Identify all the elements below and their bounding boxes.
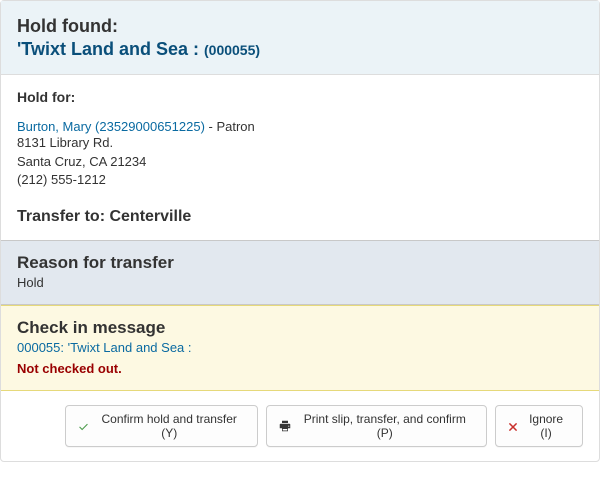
checkin-section: Check in message 000055: 'Twixt Land and… xyxy=(1,305,599,391)
patron-link[interactable]: Burton, Mary (23529000651225) xyxy=(17,119,205,134)
checkin-item-line: 000055: 'Twixt Land and Sea : xyxy=(17,340,583,355)
transfer-to-line: Transfer to: Centerville xyxy=(17,208,583,226)
patron-line: Burton, Mary (23529000651225) - Patron xyxy=(17,119,583,134)
checkin-status: Not checked out. xyxy=(17,361,583,376)
hold-for-section: Hold for: Burton, Mary (23529000651225) … xyxy=(1,75,599,241)
reason-heading: Reason for transfer xyxy=(17,253,583,273)
ignore-button[interactable]: Ignore (I) xyxy=(495,405,583,447)
item-title-line: 'Twixt Land and Sea : (000055) xyxy=(17,39,260,59)
patron-type: - Patron xyxy=(205,119,255,134)
barcode-wrap: (000055) xyxy=(204,42,260,58)
check-icon xyxy=(78,421,89,432)
print-button[interactable]: Print slip, transfer, and confirm (P) xyxy=(266,405,487,447)
reason-value: Hold xyxy=(17,275,583,290)
item-barcode-link[interactable]: 000055 xyxy=(209,42,256,58)
panel-header: Hold found: 'Twixt Land and Sea : (00005… xyxy=(1,1,599,75)
ignore-button-label: Ignore (I) xyxy=(522,412,570,440)
phone-line: (212) 555-1212 xyxy=(17,171,583,190)
checkin-heading: Check in message xyxy=(17,318,583,338)
transfer-destination: Centerville xyxy=(109,208,191,225)
hold-for-label: Hold for: xyxy=(17,89,583,105)
print-button-label: Print slip, transfer, and confirm (P) xyxy=(295,412,474,440)
hold-found-panel: Hold found: 'Twixt Land and Sea : (00005… xyxy=(0,0,600,462)
button-row: Confirm hold and transfer (Y) Print slip… xyxy=(49,391,599,461)
address-line-1: 8131 Library Rd. xyxy=(17,134,583,153)
confirm-button[interactable]: Confirm hold and transfer (Y) xyxy=(65,405,258,447)
panel-title: Hold found: 'Twixt Land and Sea : (00005… xyxy=(17,15,583,62)
transfer-label: Transfer to: xyxy=(17,208,109,225)
address-line-2: Santa Cruz, CA 21234 xyxy=(17,153,583,172)
close-icon xyxy=(508,421,518,431)
hold-found-label: Hold found: xyxy=(17,16,118,36)
reason-section: Reason for transfer Hold xyxy=(1,240,599,305)
item-title: 'Twixt Land and Sea : xyxy=(17,39,199,59)
confirm-button-label: Confirm hold and transfer (Y) xyxy=(93,412,245,440)
print-icon xyxy=(279,420,291,432)
